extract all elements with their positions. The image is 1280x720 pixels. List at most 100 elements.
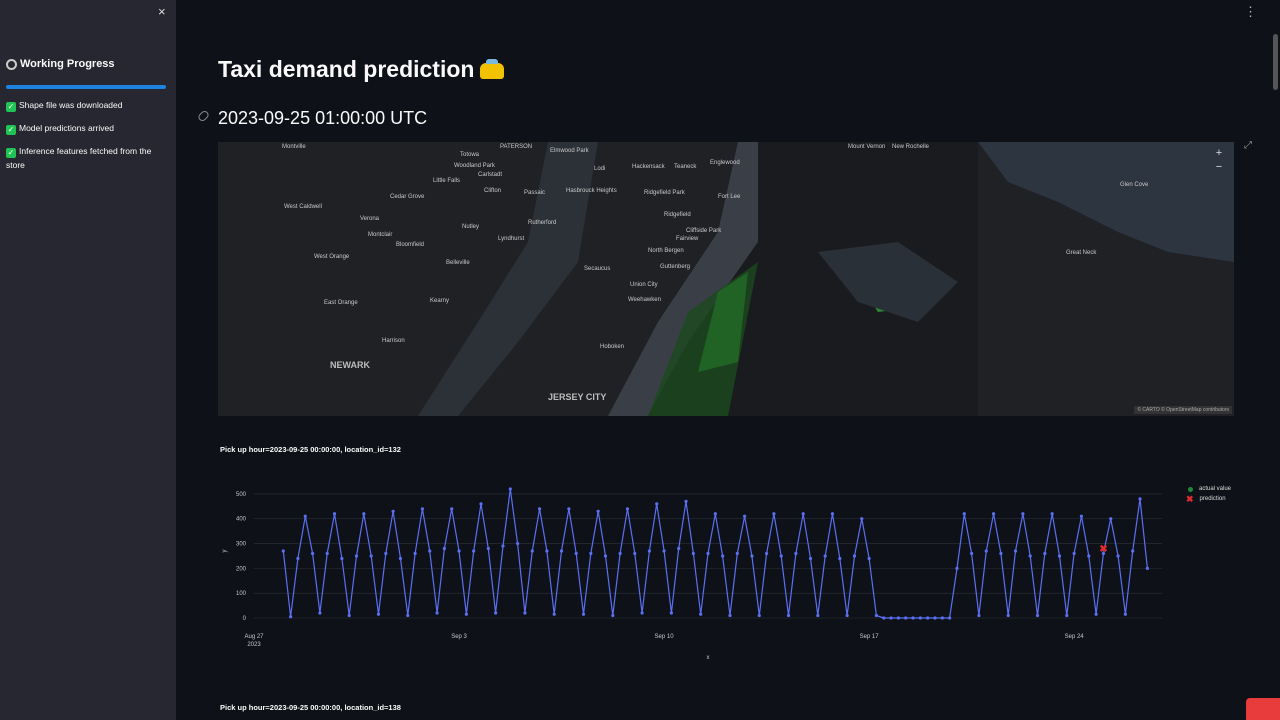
x-tick-sublabel: 2023 — [247, 642, 261, 648]
data-point — [845, 613, 849, 618]
x-tick-label: Aug 27 — [244, 634, 264, 640]
map-base — [418, 142, 1234, 416]
data-point — [977, 613, 981, 618]
legend-item-prediction[interactable]: ✖ prediction — [1186, 494, 1231, 504]
chart-legend: actual value ✖ prediction — [1186, 484, 1231, 504]
legend-item-actual[interactable]: actual value — [1186, 484, 1231, 494]
data-point — [479, 502, 483, 506]
data-point — [391, 509, 395, 513]
chart-title: Pick up hour=2023-09-25 00:00:00, locati… — [220, 445, 401, 454]
map-place-label: Clifton — [484, 188, 502, 194]
data-point — [970, 551, 974, 556]
data-point — [625, 507, 630, 511]
scrollbar[interactable] — [1272, 14, 1280, 714]
map-place-label: Totowa — [460, 152, 480, 158]
y-axis-label: y — [222, 550, 228, 553]
x-tick-label: Sep 10 — [655, 634, 675, 640]
data-point — [948, 616, 952, 620]
y-tick-label: 0 — [243, 616, 247, 622]
map-place-label: Ridgefield — [664, 212, 691, 218]
map-place-label: Cedar Grove — [390, 194, 425, 200]
data-point — [1057, 554, 1062, 558]
data-point — [501, 544, 505, 548]
progress-bar-fill — [6, 85, 166, 89]
data-point — [882, 616, 886, 620]
data-point — [918, 616, 922, 620]
data-point — [340, 556, 344, 561]
data-point — [655, 502, 659, 506]
data-point — [1028, 554, 1032, 558]
map-place-label: PATERSON — [500, 144, 533, 150]
taxi-icon — [480, 59, 505, 79]
data-point — [713, 512, 717, 516]
data-point — [1138, 497, 1142, 501]
demand-chart[interactable]: 0 100 200 300 400 500 Aug 27 2023 Sep 3 Sep 10 Sep… — [218, 460, 1234, 670]
data-point — [354, 554, 359, 558]
check-icon: ✓ — [6, 102, 16, 112]
data-point — [289, 615, 293, 619]
data-point — [464, 612, 468, 616]
data-point — [801, 512, 805, 516]
main-area: ⋮ Taxi demand prediction 2023-09-25 01:0… — [176, 0, 1280, 720]
map-place-label: Harrison — [382, 338, 405, 344]
data-point — [296, 556, 300, 561]
map-place-label: Bloomfield — [396, 242, 425, 248]
data-point — [1021, 512, 1025, 516]
data-point — [1065, 613, 1069, 618]
page-title-text: Taxi demand prediction — [218, 56, 475, 82]
map[interactable]: PATERSON Montville Totowa Elmwood Park Woodl… — [218, 142, 1234, 416]
data-point — [281, 549, 285, 553]
scroll-thumb[interactable] — [1273, 34, 1278, 90]
data-point — [303, 514, 307, 518]
data-point — [318, 611, 322, 615]
map-place-label: Teaneck — [674, 164, 697, 170]
data-point — [596, 509, 600, 513]
map-place-label: Woodland Park — [454, 163, 495, 169]
data-point — [369, 554, 373, 558]
page-title: Taxi demand prediction — [218, 56, 505, 83]
data-point — [1043, 551, 1047, 556]
map-place-label: North Bergen — [648, 248, 684, 254]
map-place-label: Secaucus — [584, 266, 611, 272]
map-place-label: Montville — [282, 144, 306, 150]
data-point — [852, 554, 857, 558]
data-point — [442, 546, 446, 551]
map-place-label: Cliffside Park — [686, 228, 722, 234]
prediction-marker: ✖ — [1099, 544, 1107, 555]
data-point — [376, 612, 381, 616]
data-point — [940, 616, 944, 620]
menu-icon[interactable]: ⋮ — [1244, 4, 1258, 20]
data-point — [962, 512, 966, 516]
close-sidebar-icon[interactable]: × — [158, 4, 166, 19]
streamlit-badge[interactable] — [1246, 698, 1280, 720]
data-point — [764, 551, 769, 556]
map-place-label: Lodi — [594, 166, 606, 172]
data-point — [1116, 554, 1120, 558]
data-point — [457, 549, 461, 553]
data-point — [1123, 612, 1127, 616]
data-point — [721, 554, 725, 558]
data-point — [662, 549, 666, 553]
map-place-label: Kearny — [430, 298, 450, 304]
data-point — [516, 541, 520, 546]
data-point — [838, 556, 842, 561]
map-place-label: Ridgefield Park — [644, 190, 685, 196]
data-point — [1006, 613, 1010, 618]
map-place-label: Nutley — [462, 224, 480, 230]
data-point — [933, 616, 937, 620]
map-place-label: Glen Cove — [1120, 182, 1149, 188]
map-place-label: Little Falls — [433, 178, 461, 184]
data-point — [750, 554, 754, 558]
y-tick-label: 500 — [236, 492, 247, 498]
fullscreen-icon[interactable]: ⤢ — [1244, 140, 1252, 151]
map-place-label: Fort Lee — [718, 194, 741, 200]
map-place-label: Hoboken — [600, 344, 625, 350]
data-point — [545, 549, 549, 553]
x-tick-label: Sep 3 — [451, 634, 467, 640]
link-icon[interactable] — [196, 109, 211, 123]
map-place-label: Rutherford — [528, 220, 557, 226]
data-point — [406, 613, 410, 618]
data-point — [589, 551, 593, 556]
zoom-out-button[interactable]: − — [1212, 160, 1226, 174]
zoom-in-button[interactable]: + — [1212, 146, 1226, 160]
